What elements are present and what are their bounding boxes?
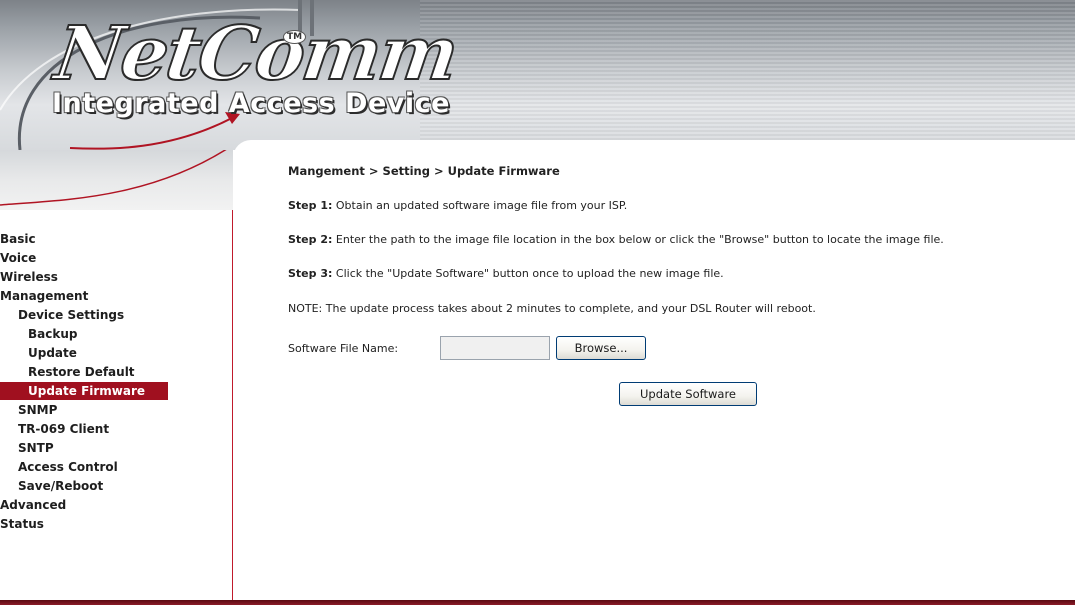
netcomm-logo: NetComm [49, 10, 463, 98]
sidebar-item-backup[interactable]: Backup [0, 325, 77, 343]
step-3-text: Click the "Update Software" button once … [332, 267, 724, 280]
sidebar-item-status[interactable]: Status [0, 515, 44, 533]
sidebar-item-voice[interactable]: Voice [0, 249, 36, 267]
sidebar-item-update-firmware[interactable]: Update Firmware [0, 382, 168, 400]
sidebar-nav: Basic Voice Wireless Management Device Setti… [0, 210, 233, 603]
header-banner: NetComm TM Integrated Access Device [0, 0, 1075, 150]
browse-button[interactable]: Browse... [556, 336, 646, 360]
sidebar-item-wireless[interactable]: Wireless [0, 268, 58, 286]
sidebar-item-advanced[interactable]: Advanced [0, 496, 66, 514]
sidebar-item-restore-default[interactable]: Restore Default [0, 363, 135, 381]
sidebar-item-basic[interactable]: Basic [0, 230, 36, 248]
step-1-text: Obtain an updated software image file fr… [332, 199, 628, 212]
sidebar-item-save-reboot[interactable]: Save/Reboot [0, 477, 103, 495]
sidebar-item-device-settings[interactable]: Device Settings [0, 306, 124, 324]
sidebar-item-snmp[interactable]: SNMP [0, 401, 57, 419]
step-2-label: Step 2: [288, 233, 333, 246]
step-1: Step 1: Obtain an updated software image… [288, 199, 627, 212]
sidebar-swoosh [0, 144, 234, 206]
step-3: Step 3: Click the "Update Software" butt… [288, 267, 724, 280]
sidebar-header-strip [0, 144, 234, 210]
update-software-button[interactable]: Update Software [619, 382, 757, 406]
step-2-text: Enter the path to the image file locatio… [332, 233, 944, 246]
file-name-label: Software File Name: [288, 342, 399, 355]
trademark-badge: TM [283, 30, 307, 44]
sidebar-item-access-control[interactable]: Access Control [0, 458, 118, 476]
step-1-label: Step 1: [288, 199, 333, 212]
sidebar-item-management[interactable]: Management [0, 287, 88, 305]
sidebar-item-sntp[interactable]: SNTP [0, 439, 54, 457]
sidebar-item-update[interactable]: Update [0, 344, 77, 362]
breadcrumb: Mangement > Setting > Update Firmware [288, 164, 560, 178]
step-2: Step 2: Enter the path to the image file… [288, 233, 944, 246]
step-3-label: Step 3: [288, 267, 333, 280]
sidebar-item-tr-069-client[interactable]: TR-069 Client [0, 420, 109, 438]
footer-rule [0, 600, 1075, 605]
software-file-input[interactable] [440, 336, 550, 360]
product-title: Integrated Access Device [52, 88, 450, 119]
update-note: NOTE: The update process takes about 2 m… [288, 302, 816, 315]
